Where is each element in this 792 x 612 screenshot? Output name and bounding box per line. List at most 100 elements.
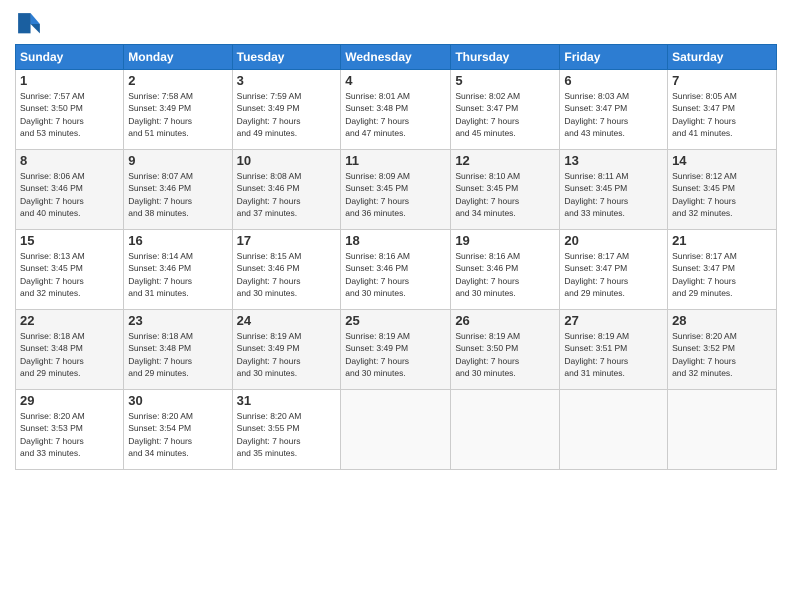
day-number: 10 xyxy=(237,153,337,168)
calendar-cell: 3 Sunrise: 7:59 AM Sunset: 3:49 PM Daylig… xyxy=(232,70,341,150)
day-info: Sunrise: 8:12 AM Sunset: 3:45 PM Dayligh… xyxy=(672,170,772,219)
calendar-week-row: 15 Sunrise: 8:13 AM Sunset: 3:45 PM Dayli… xyxy=(16,230,777,310)
day-info: Sunrise: 8:18 AM Sunset: 3:48 PM Dayligh… xyxy=(128,330,227,379)
calendar-cell: 14 Sunrise: 8:12 AM Sunset: 3:45 PM Dayli… xyxy=(668,150,777,230)
calendar-cell: 8Sunrise: 8:06 AM Sunset: 3:46 PM Daylig… xyxy=(16,150,124,230)
day-number: 13 xyxy=(564,153,663,168)
col-sunday: Sunday xyxy=(16,45,124,70)
day-number: 20 xyxy=(564,233,663,248)
day-info: Sunrise: 8:17 AM Sunset: 3:47 PM Dayligh… xyxy=(672,250,772,299)
day-number: 30 xyxy=(128,393,227,408)
calendar-cell: 23 Sunrise: 8:18 AM Sunset: 3:48 PM Dayli… xyxy=(124,310,232,390)
day-number: 21 xyxy=(672,233,772,248)
day-info: Sunrise: 7:58 AM Sunset: 3:49 PM Dayligh… xyxy=(128,90,227,139)
calendar-cell: 31Sunrise: 8:20 AM Sunset: 3:55 PM Dayli… xyxy=(232,390,341,470)
day-number: 4 xyxy=(345,73,446,88)
day-info: Sunrise: 8:14 AM Sunset: 3:46 PM Dayligh… xyxy=(128,250,227,299)
day-info: Sunrise: 8:19 AM Sunset: 3:51 PM Dayligh… xyxy=(564,330,663,379)
day-number: 18 xyxy=(345,233,446,248)
day-info: Sunrise: 8:19 AM Sunset: 3:50 PM Dayligh… xyxy=(455,330,555,379)
day-number: 3 xyxy=(237,73,337,88)
calendar-cell: 13 Sunrise: 8:11 AM Sunset: 3:45 PM Dayli… xyxy=(560,150,668,230)
day-number: 25 xyxy=(345,313,446,328)
calendar-cell: 27 Sunrise: 8:19 AM Sunset: 3:51 PM Dayli… xyxy=(560,310,668,390)
logo xyxy=(15,10,47,38)
calendar-cell xyxy=(560,390,668,470)
day-info: Sunrise: 7:57 AM Sunset: 3:50 PM Dayligh… xyxy=(20,90,119,139)
day-info: Sunrise: 8:11 AM Sunset: 3:45 PM Dayligh… xyxy=(564,170,663,219)
calendar-cell: 29Sunrise: 8:20 AM Sunset: 3:53 PM Dayli… xyxy=(16,390,124,470)
day-number: 15 xyxy=(20,233,119,248)
calendar-cell: 25 Sunrise: 8:19 AM Sunset: 3:49 PM Dayli… xyxy=(341,310,451,390)
col-monday: Monday xyxy=(124,45,232,70)
day-number: 23 xyxy=(128,313,227,328)
day-info: Sunrise: 8:13 AM Sunset: 3:45 PM Dayligh… xyxy=(20,250,119,299)
day-number: 9 xyxy=(128,153,227,168)
day-number: 17 xyxy=(237,233,337,248)
logo-icon xyxy=(15,10,43,38)
day-number: 6 xyxy=(564,73,663,88)
day-number: 12 xyxy=(455,153,555,168)
calendar-cell xyxy=(668,390,777,470)
calendar-week-row: 1Sunrise: 7:57 AM Sunset: 3:50 PM Daylig… xyxy=(16,70,777,150)
calendar-cell: 28 Sunrise: 8:20 AM Sunset: 3:52 PM Dayli… xyxy=(668,310,777,390)
calendar-cell xyxy=(451,390,560,470)
day-number: 19 xyxy=(455,233,555,248)
day-info: Sunrise: 8:20 AM Sunset: 3:54 PM Dayligh… xyxy=(128,410,227,459)
calendar-cell: 17 Sunrise: 8:15 AM Sunset: 3:46 PM Dayli… xyxy=(232,230,341,310)
calendar-cell: 6 Sunrise: 8:03 AM Sunset: 3:47 PM Daylig… xyxy=(560,70,668,150)
day-number: 22 xyxy=(20,313,119,328)
day-info: Sunrise: 8:15 AM Sunset: 3:46 PM Dayligh… xyxy=(237,250,337,299)
day-info: Sunrise: 8:05 AM Sunset: 3:47 PM Dayligh… xyxy=(672,90,772,139)
day-number: 7 xyxy=(672,73,772,88)
day-number: 8 xyxy=(20,153,119,168)
calendar-cell: 15 Sunrise: 8:13 AM Sunset: 3:45 PM Dayli… xyxy=(16,230,124,310)
col-saturday: Saturday xyxy=(668,45,777,70)
day-number: 14 xyxy=(672,153,772,168)
day-info: Sunrise: 8:20 AM Sunset: 3:53 PM Dayligh… xyxy=(20,410,119,459)
day-info: Sunrise: 8:07 AM Sunset: 3:46 PM Dayligh… xyxy=(128,170,227,219)
col-thursday: Thursday xyxy=(451,45,560,70)
col-tuesday: Tuesday xyxy=(232,45,341,70)
day-number: 11 xyxy=(345,153,446,168)
calendar-cell: 21 Sunrise: 8:17 AM Sunset: 3:47 PM Dayli… xyxy=(668,230,777,310)
calendar-cell: 24Sunrise: 8:19 AM Sunset: 3:49 PM Dayli… xyxy=(232,310,341,390)
day-info: Sunrise: 8:17 AM Sunset: 3:47 PM Dayligh… xyxy=(564,250,663,299)
day-info: Sunrise: 8:20 AM Sunset: 3:55 PM Dayligh… xyxy=(237,410,337,459)
calendar-cell: 12Sunrise: 8:10 AM Sunset: 3:45 PM Dayli… xyxy=(451,150,560,230)
day-number: 28 xyxy=(672,313,772,328)
calendar-cell xyxy=(341,390,451,470)
calendar-week-row: 29Sunrise: 8:20 AM Sunset: 3:53 PM Dayli… xyxy=(16,390,777,470)
calendar-cell: 9 Sunrise: 8:07 AM Sunset: 3:46 PM Daylig… xyxy=(124,150,232,230)
day-info: Sunrise: 8:18 AM Sunset: 3:48 PM Dayligh… xyxy=(20,330,119,379)
calendar-cell: 19Sunrise: 8:16 AM Sunset: 3:46 PM Dayli… xyxy=(451,230,560,310)
calendar-cell: 1Sunrise: 7:57 AM Sunset: 3:50 PM Daylig… xyxy=(16,70,124,150)
calendar-cell: 7 Sunrise: 8:05 AM Sunset: 3:47 PM Daylig… xyxy=(668,70,777,150)
day-info: Sunrise: 8:02 AM Sunset: 3:47 PM Dayligh… xyxy=(455,90,555,139)
day-info: Sunrise: 8:20 AM Sunset: 3:52 PM Dayligh… xyxy=(672,330,772,379)
calendar-cell: 4 Sunrise: 8:01 AM Sunset: 3:48 PM Daylig… xyxy=(341,70,451,150)
calendar-cell: 22 Sunrise: 8:18 AM Sunset: 3:48 PM Dayli… xyxy=(16,310,124,390)
calendar-cell: 10 Sunrise: 8:08 AM Sunset: 3:46 PM Dayli… xyxy=(232,150,341,230)
col-friday: Friday xyxy=(560,45,668,70)
day-info: Sunrise: 8:08 AM Sunset: 3:46 PM Dayligh… xyxy=(237,170,337,219)
calendar-cell: 2 Sunrise: 7:58 AM Sunset: 3:49 PM Daylig… xyxy=(124,70,232,150)
day-info: Sunrise: 7:59 AM Sunset: 3:49 PM Dayligh… xyxy=(237,90,337,139)
day-info: Sunrise: 8:01 AM Sunset: 3:48 PM Dayligh… xyxy=(345,90,446,139)
day-info: Sunrise: 8:03 AM Sunset: 3:47 PM Dayligh… xyxy=(564,90,663,139)
page: Sunday Monday Tuesday Wednesday Thursday… xyxy=(0,0,792,612)
calendar-header-row: Sunday Monday Tuesday Wednesday Thursday… xyxy=(16,45,777,70)
calendar-cell: 18 Sunrise: 8:16 AM Sunset: 3:46 PM Dayli… xyxy=(341,230,451,310)
calendar-cell: 16 Sunrise: 8:14 AM Sunset: 3:46 PM Dayli… xyxy=(124,230,232,310)
calendar-cell: 11 Sunrise: 8:09 AM Sunset: 3:45 PM Dayli… xyxy=(341,150,451,230)
calendar-cell: 5Sunrise: 8:02 AM Sunset: 3:47 PM Daylig… xyxy=(451,70,560,150)
day-info: Sunrise: 8:16 AM Sunset: 3:46 PM Dayligh… xyxy=(345,250,446,299)
day-number: 2 xyxy=(128,73,227,88)
day-info: Sunrise: 8:19 AM Sunset: 3:49 PM Dayligh… xyxy=(345,330,446,379)
calendar-cell: 26Sunrise: 8:19 AM Sunset: 3:50 PM Dayli… xyxy=(451,310,560,390)
calendar-week-row: 8Sunrise: 8:06 AM Sunset: 3:46 PM Daylig… xyxy=(16,150,777,230)
day-number: 27 xyxy=(564,313,663,328)
header xyxy=(15,10,777,38)
day-number: 16 xyxy=(128,233,227,248)
day-info: Sunrise: 8:09 AM Sunset: 3:45 PM Dayligh… xyxy=(345,170,446,219)
